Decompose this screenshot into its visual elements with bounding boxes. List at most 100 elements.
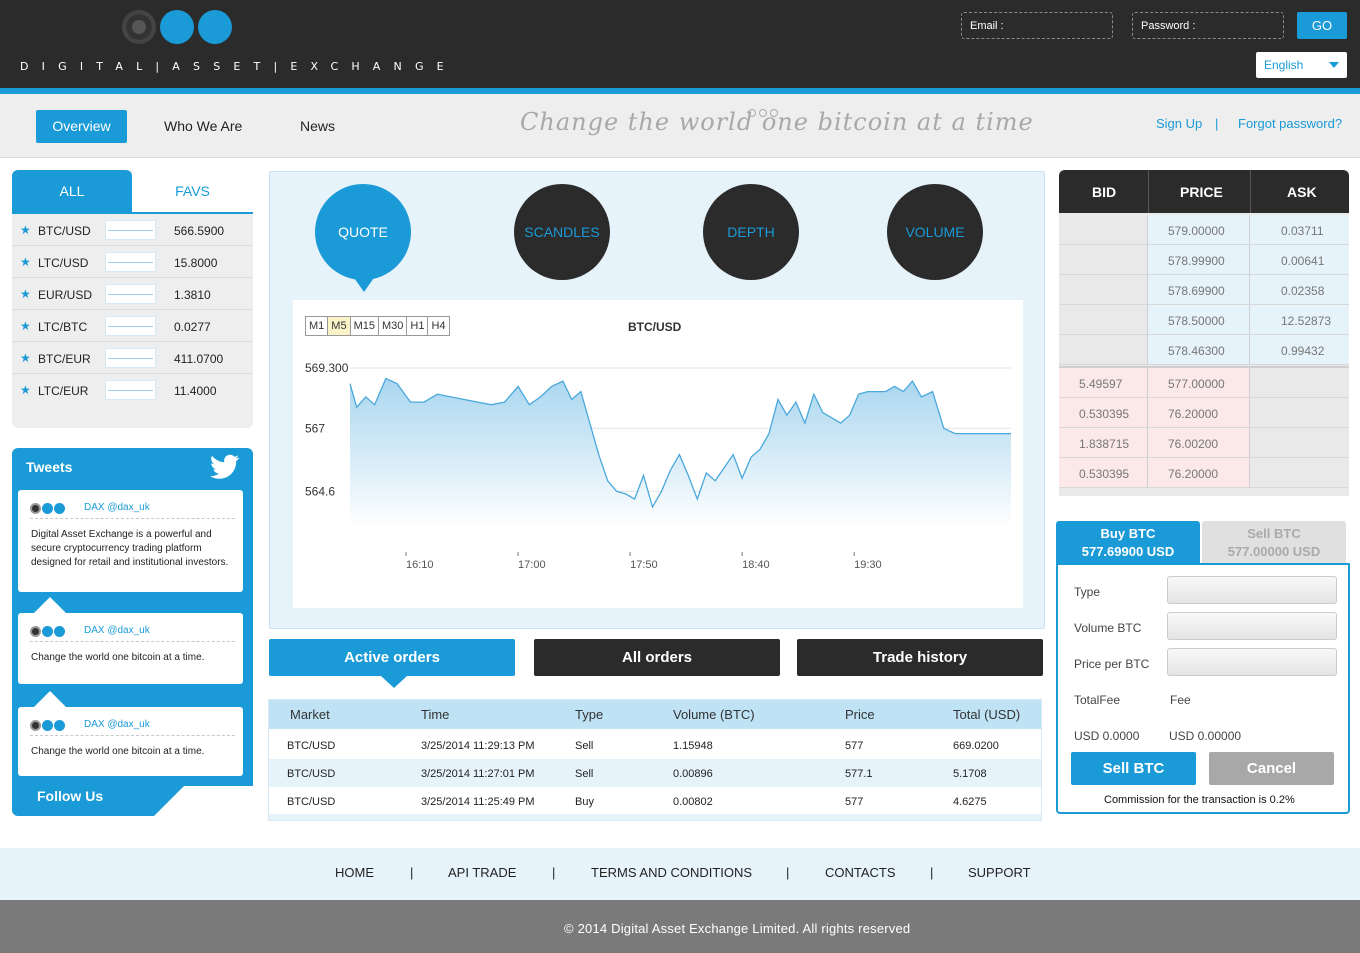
footer-separator: | xyxy=(410,865,414,880)
star-icon[interactable]: ★ xyxy=(20,255,31,269)
quote-button[interactable]: QUOTE xyxy=(315,184,411,280)
tweet-card[interactable]: DAX @dax_uk Change the world one bitcoin… xyxy=(18,707,243,776)
ask-row[interactable]: 578.99900 0.00641 xyxy=(1059,245,1349,275)
table-row[interactable]: BTC/USD 3/25/2014 11:29:13 PM Sell 1.159… xyxy=(269,731,1041,759)
tab-all[interactable]: ALL xyxy=(12,170,132,212)
timeframe-h4[interactable]: H4 xyxy=(428,317,448,335)
footer-link-contacts[interactable]: CONTACTS xyxy=(825,865,896,880)
volume-label: Volume BTC xyxy=(1074,621,1142,635)
market-row[interactable]: ★ LTC/USD 15.8000 xyxy=(12,246,253,278)
col-price[interactable]: Price xyxy=(845,707,875,722)
table-row[interactable]: BTC/USD 3/25/2014 11:25:49 PM Buy 0.0080… xyxy=(269,787,1041,815)
cell-market: BTC/USD xyxy=(287,740,336,752)
cell-total: 5.1708 xyxy=(953,768,987,780)
type-input[interactable] xyxy=(1167,576,1337,604)
cell-type: Sell xyxy=(575,740,594,752)
footer-link-api-trade[interactable]: API TRADE xyxy=(448,865,516,880)
tab-active-orders[interactable]: Active orders xyxy=(269,639,515,676)
slogan: Change the world one bitcoin at a time xyxy=(520,108,1034,136)
cell-volume: 0.00896 xyxy=(673,768,713,780)
depth-button[interactable]: DEPTH xyxy=(703,184,799,280)
logo-text: DIGITAL|ASSET|EXCHANGE xyxy=(20,60,457,73)
price-chart: 569.300 567 564.6 16:10 17:00 17:50 18:40 19:30 xyxy=(305,361,1011,571)
col-total[interactable]: Total (USD) xyxy=(953,707,1020,722)
language-value: English xyxy=(1264,58,1304,72)
tab-all-orders[interactable]: All orders xyxy=(534,639,780,676)
star-icon[interactable]: ★ xyxy=(20,287,31,301)
col-time[interactable]: Time xyxy=(421,707,449,722)
tab-trade-history[interactable]: Trade history xyxy=(797,639,1043,676)
nav-item-who-we-are[interactable]: Who We Are xyxy=(164,110,242,143)
market-row[interactable]: ★ BTC/EUR 411.0700 xyxy=(12,342,253,374)
nav-item-overview[interactable]: Overview xyxy=(36,110,127,143)
ask-row[interactable]: 578.69900 0.02358 xyxy=(1059,275,1349,305)
password-field[interactable]: Password : xyxy=(1132,12,1284,39)
price-input[interactable] xyxy=(1167,648,1337,676)
col-type[interactable]: Type xyxy=(575,707,603,722)
email-field[interactable]: Email : xyxy=(961,12,1113,39)
copyright: © 2014 Digital Asset Exchange Limited. A… xyxy=(564,921,911,936)
bid-row[interactable]: 0.530395 76.20000 xyxy=(1059,458,1349,488)
cell-type: Sell xyxy=(575,768,594,780)
bid-row[interactable]: 0.530395 76.20000 xyxy=(1059,398,1349,428)
col-volume[interactable]: Volume (BTC) xyxy=(673,707,755,722)
nav-item-news[interactable]: News xyxy=(300,110,335,143)
scandles-button[interactable]: SCANDLES xyxy=(514,184,610,280)
forgot-password-link[interactable]: Forgot password? xyxy=(1238,116,1342,131)
cancel-button[interactable]: Cancel xyxy=(1209,752,1334,785)
sparkline xyxy=(105,348,156,368)
tweet-card[interactable]: DAX @dax_uk Change the world one bitcoin… xyxy=(18,613,243,684)
sell-btc-button[interactable]: Sell BTC xyxy=(1071,752,1196,785)
volume-input[interactable] xyxy=(1167,612,1337,640)
timeframe-h1[interactable]: H1 xyxy=(407,317,429,335)
price-label: Price per BTC xyxy=(1074,657,1150,671)
star-icon[interactable]: ★ xyxy=(20,383,31,397)
book-ask: 0.99432 xyxy=(1281,344,1325,358)
col-ask[interactable]: ASK xyxy=(1287,184,1317,200)
market-price: 15.8000 xyxy=(174,256,218,270)
language-select[interactable]: English xyxy=(1256,52,1347,78)
col-market[interactable]: Market xyxy=(290,707,330,722)
tweet-handle[interactable]: DAX @dax_uk xyxy=(84,625,150,636)
tweet-card[interactable]: DAX @dax_uk Digital Asset Exchange is a … xyxy=(18,490,243,592)
go-button[interactable]: GO xyxy=(1297,12,1347,39)
col-bid[interactable]: BID xyxy=(1092,184,1116,200)
timeframe-m15[interactable]: M15 xyxy=(351,317,379,335)
ask-row[interactable]: 579.00000 0.03711 xyxy=(1059,215,1349,245)
volume-button[interactable]: VOLUME xyxy=(887,184,983,280)
x-tick-label: 18:40 xyxy=(742,559,770,571)
timeframe-m1[interactable]: M1 xyxy=(306,317,329,335)
col-price[interactable]: PRICE xyxy=(1180,184,1223,200)
cell-time: 3/25/2014 11:25:49 PM xyxy=(421,796,535,808)
footer-link-terms[interactable]: TERMS AND CONDITIONS xyxy=(591,865,752,880)
footer-link-home[interactable]: HOME xyxy=(335,865,374,880)
star-icon[interactable]: ★ xyxy=(20,351,31,365)
tab-favs[interactable]: FAVS xyxy=(132,170,253,212)
tab-buy-btc[interactable]: Buy BTC 577.69900 USD xyxy=(1056,521,1200,563)
star-icon[interactable]: ★ xyxy=(20,223,31,237)
sparkline xyxy=(105,380,156,400)
timeframe-m30[interactable]: M30 xyxy=(379,317,408,335)
ask-row[interactable]: 578.46300 0.99432 xyxy=(1059,335,1349,365)
timeframe-m5[interactable]: M5 xyxy=(328,317,351,335)
ask-row[interactable]: 578.50000 12.52873 xyxy=(1059,305,1349,335)
tab-sell-btc[interactable]: Sell BTC 577.00000 USD xyxy=(1202,521,1346,563)
market-pair: BTC/EUR xyxy=(38,352,91,366)
market-row[interactable]: ★ LTC/BTC 0.0277 xyxy=(12,310,253,342)
market-row[interactable]: ★ EUR/USD 1.3810 xyxy=(12,278,253,310)
market-row[interactable]: ★ BTC/USD 566.5900 xyxy=(12,214,253,246)
book-ask: 12.52873 xyxy=(1281,314,1332,328)
sign-up-link[interactable]: Sign Up xyxy=(1156,116,1202,131)
market-row[interactable]: ★ LTC/EUR 11.4000 xyxy=(12,374,253,406)
follow-us-link[interactable]: Follow Us xyxy=(37,788,103,804)
footer-link-support[interactable]: SUPPORT xyxy=(968,865,1031,880)
tweet-handle[interactable]: DAX @dax_uk xyxy=(84,719,150,730)
twitter-icon[interactable] xyxy=(210,454,240,480)
star-icon[interactable]: ★ xyxy=(20,319,31,333)
table-row[interactable]: BTC/USD 3/25/2014 11:27:01 PM Sell 0.008… xyxy=(269,759,1041,787)
order-book-header: BID PRICE ASK xyxy=(1059,170,1349,213)
tweet-handle[interactable]: DAX @dax_uk xyxy=(84,502,150,513)
bid-row[interactable]: 5.49597 577.00000 xyxy=(1059,368,1349,398)
bid-row[interactable]: 1.838715 76.00200 xyxy=(1059,428,1349,458)
book-price: 76.00200 xyxy=(1168,437,1219,451)
